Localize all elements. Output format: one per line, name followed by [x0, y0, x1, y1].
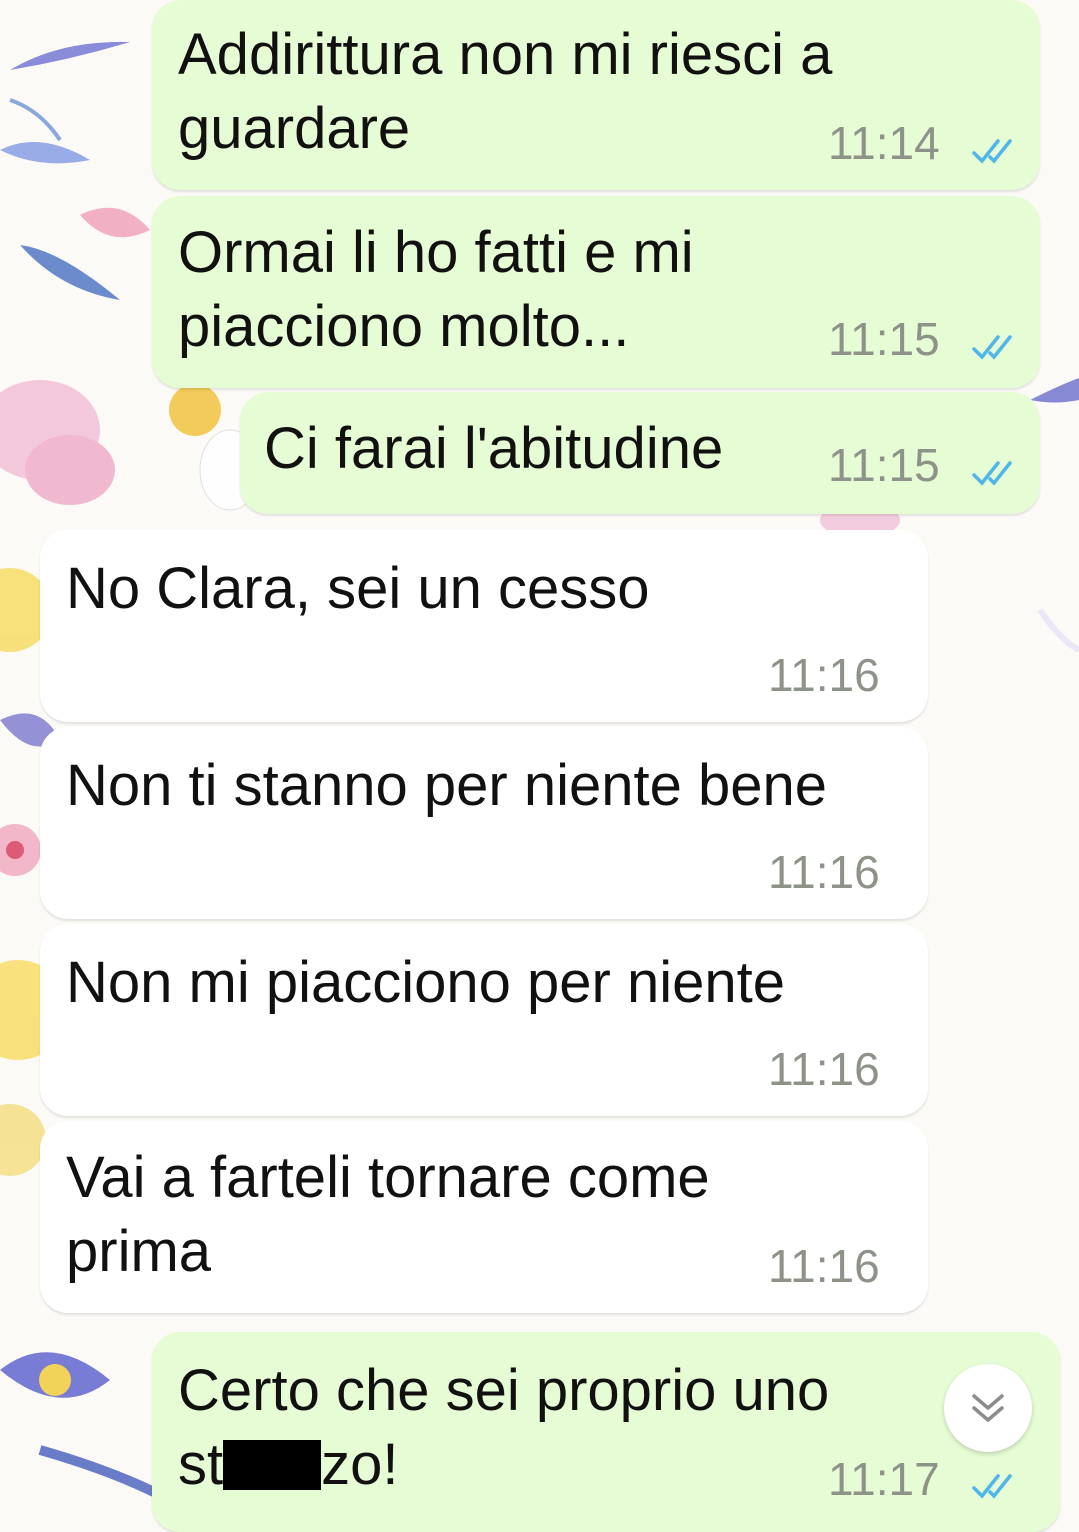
- outgoing-message-bubble[interactable]: Certo che sei proprio uno st zo! 11:17: [152, 1332, 1060, 1532]
- read-double-check-icon: [972, 139, 1012, 164]
- incoming-message-bubble[interactable]: Non mi piacciono per niente 11:16: [40, 924, 928, 1116]
- message-text-line-redacted: st zo!: [178, 1428, 399, 1502]
- redaction-block: [223, 1440, 322, 1490]
- double-chevron-down-icon: [972, 1394, 1004, 1422]
- message-text-line: Addirittura non mi riesci a: [178, 22, 833, 87]
- read-double-check-icon: [972, 1474, 1012, 1499]
- message-timestamp: 11:15: [828, 313, 940, 365]
- message-timestamp: 11:16: [768, 649, 880, 701]
- message-timestamp: 11:16: [768, 1240, 880, 1292]
- read-double-check-icon: [972, 461, 1012, 486]
- message-timestamp: 11:16: [768, 846, 880, 898]
- outgoing-message-bubble[interactable]: Ormai li ho fatti e mi piacciono molto..…: [152, 196, 1040, 388]
- read-double-check-icon: [972, 335, 1012, 360]
- outgoing-message-bubble[interactable]: Addirittura non mi riesci a guardare 11:…: [152, 0, 1040, 190]
- outgoing-message-bubble[interactable]: Ci farai l'abitudine 11:15: [240, 392, 1040, 514]
- message-text-line: Vai a farteli tornare come: [66, 1145, 710, 1210]
- message-text-line: piacciono molto...: [178, 294, 630, 359]
- incoming-message-bubble[interactable]: No Clara, sei un cesso 11:16: [40, 530, 928, 722]
- message-text-line: Non ti stanno per niente bene: [66, 753, 827, 818]
- incoming-message-bubble[interactable]: Vai a farteli tornare come prima 11:16: [40, 1121, 928, 1313]
- message-text-line: Certo che sei proprio uno: [178, 1358, 830, 1423]
- message-timestamp: 11:16: [768, 1043, 880, 1095]
- message-text-line: Ormai li ho fatti e mi: [178, 220, 694, 285]
- message-text-line: prima: [66, 1219, 212, 1284]
- message-timestamp: 11:14: [828, 117, 940, 169]
- message-text-line: guardare: [178, 96, 411, 161]
- scroll-to-bottom-button[interactable]: [944, 1364, 1032, 1452]
- message-text-line: No Clara, sei un cesso: [66, 556, 650, 621]
- message-timestamp: 11:15: [828, 439, 940, 491]
- message-text-fragment: st: [178, 1432, 224, 1497]
- message-timestamp: 11:17: [828, 1453, 940, 1505]
- message-text-line: Ci farai l'abitudine: [264, 416, 724, 481]
- message-text-line: Non mi piacciono per niente: [66, 950, 785, 1015]
- message-text-fragment: zo!: [321, 1432, 399, 1497]
- incoming-message-bubble[interactable]: Non ti stanno per niente bene 11:16: [40, 727, 928, 919]
